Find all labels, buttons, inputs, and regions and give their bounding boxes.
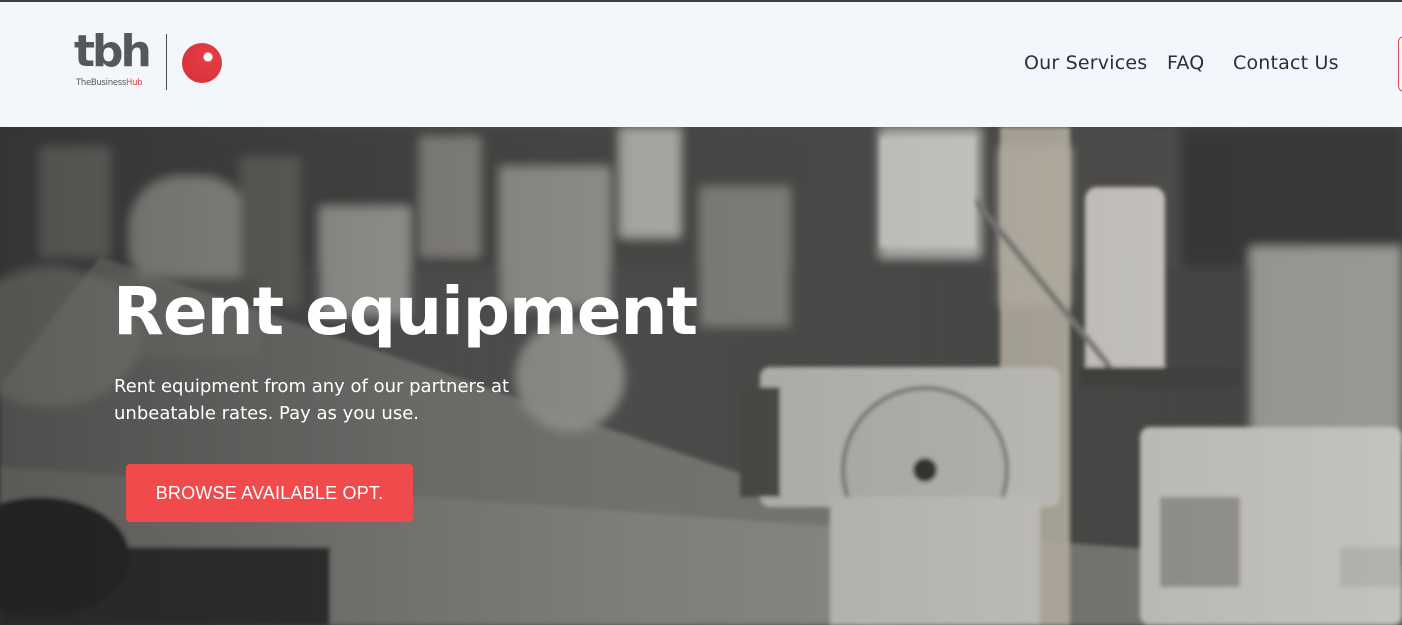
logo-wordmark: tbh xyxy=(74,26,152,77)
red-dot-icon xyxy=(182,43,222,83)
hero-title: Rent equipment xyxy=(113,273,698,350)
hero-section: Rent equipment Rent equipment from any o… xyxy=(0,127,1402,625)
nav-contact-us[interactable]: Contact Us xyxy=(1233,52,1339,74)
hero-subtitle: Rent equipment from any of our partners … xyxy=(114,376,510,424)
nav-faq[interactable]: FAQ xyxy=(1167,52,1204,74)
logo-tagline-accent: Hub xyxy=(126,78,143,88)
header-cta-button[interactable] xyxy=(1398,36,1402,92)
logo-divider xyxy=(166,34,167,90)
logo-tagline-prefix: TheBusiness xyxy=(76,78,126,88)
logo[interactable]: tbh TheBusinessHub xyxy=(74,28,234,94)
site-header: tbh TheBusinessHub Our Services FAQ Cont… xyxy=(0,2,1402,127)
nav-our-services[interactable]: Our Services xyxy=(1024,52,1147,74)
logo-tagline: TheBusinessHub xyxy=(76,78,143,88)
browse-available-options-button[interactable]: BROWSE AVAILABLE OPT. xyxy=(126,464,413,522)
